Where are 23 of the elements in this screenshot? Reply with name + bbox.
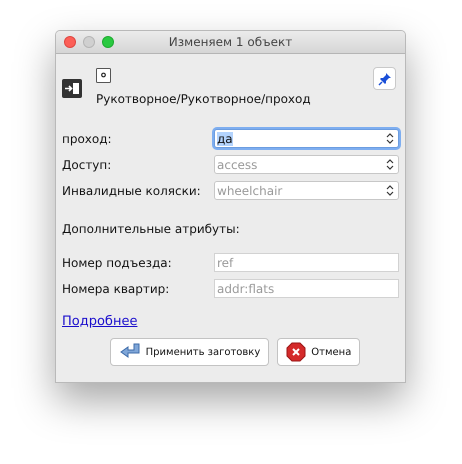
node-icon bbox=[96, 68, 111, 83]
updown-icon bbox=[386, 185, 394, 196]
field-label: Номера квартир: bbox=[62, 282, 170, 296]
more-link[interactable]: Подробнее bbox=[62, 314, 138, 329]
updown-icon bbox=[386, 133, 394, 144]
section-heading: Дополнительные атрибуты: bbox=[62, 222, 241, 236]
apply-button[interactable]: Применить заготовку bbox=[110, 338, 270, 366]
field-label: проход: bbox=[62, 132, 113, 146]
return-arrow-icon bbox=[118, 343, 141, 361]
cancel-icon bbox=[286, 342, 306, 362]
pin-button[interactable] bbox=[373, 67, 396, 90]
close-button[interactable] bbox=[64, 36, 76, 48]
field-label: Номер подъезда: bbox=[62, 256, 173, 270]
window-title: Изменяем 1 объект bbox=[168, 35, 292, 49]
field-label: Доступ: bbox=[62, 158, 112, 172]
entrance-icon bbox=[62, 79, 82, 98]
combo-field[interactable]: да bbox=[214, 129, 399, 148]
field-label: Инвалидные коляски: bbox=[62, 184, 202, 198]
cancel-button[interactable]: Отмена bbox=[277, 338, 360, 366]
preset-path: Рукотворное/Рукотворное/проход bbox=[96, 92, 311, 106]
updown-icon bbox=[386, 159, 394, 170]
zoom-button[interactable] bbox=[102, 36, 114, 48]
pushpin-icon bbox=[378, 72, 392, 86]
